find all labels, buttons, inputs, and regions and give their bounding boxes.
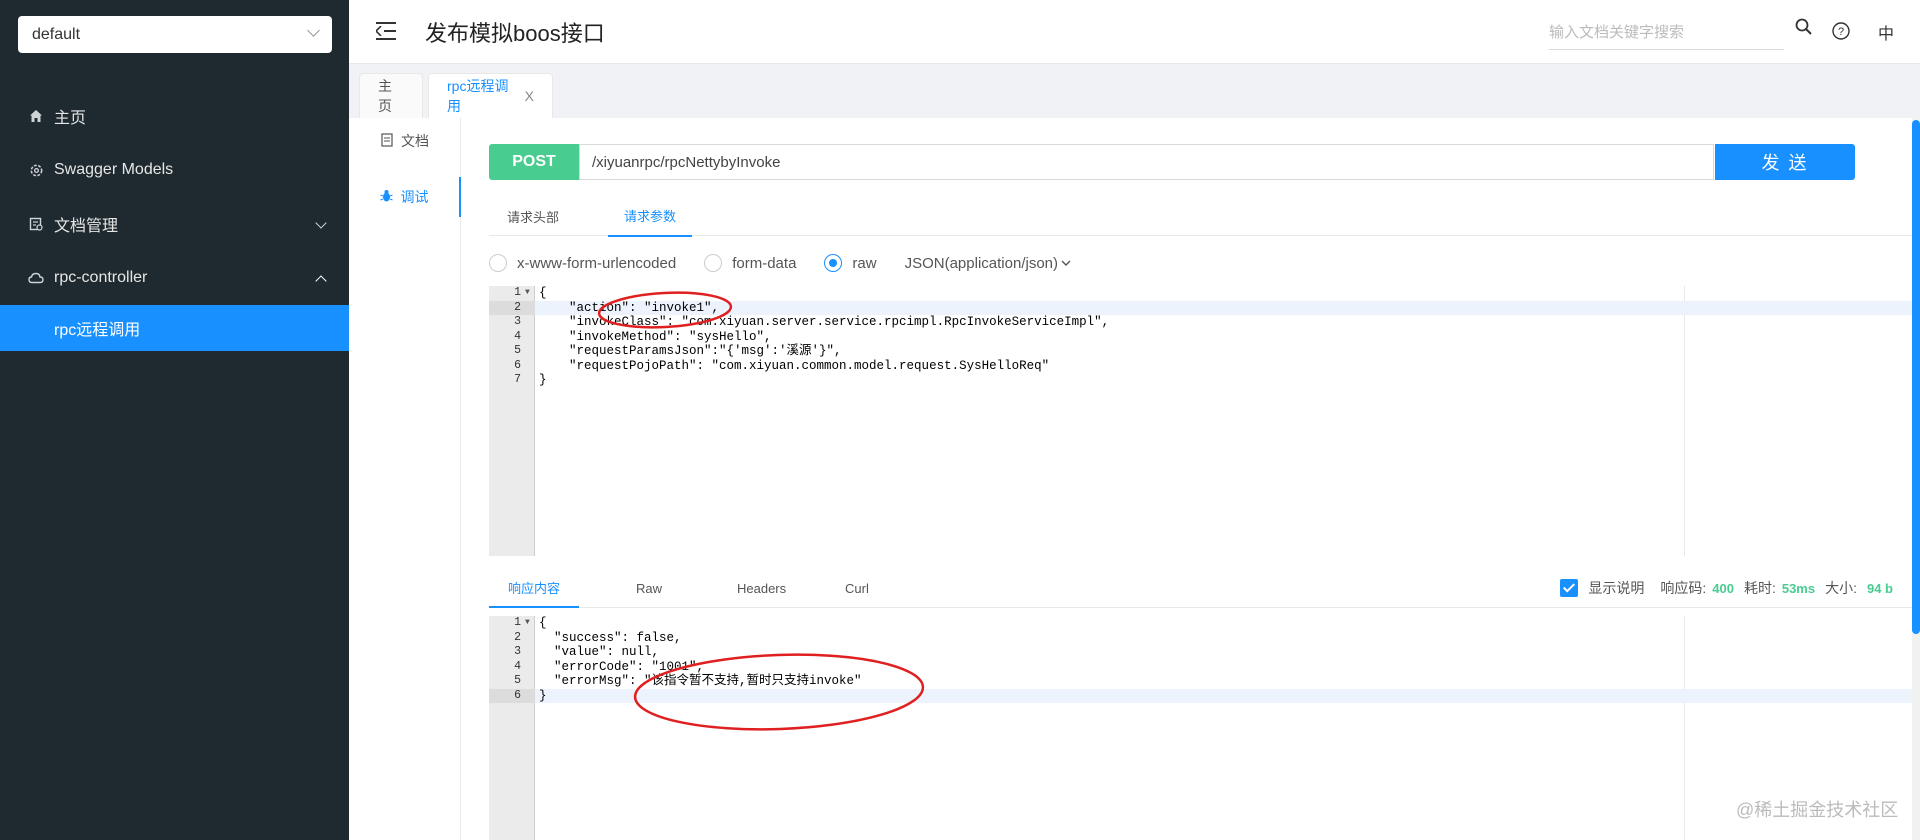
tab-response-curl[interactable]: Curl xyxy=(826,568,888,608)
size-label: 大小: xyxy=(1825,580,1857,596)
time-label: 耗时: xyxy=(1743,580,1776,596)
show-desc-checkbox[interactable] xyxy=(1560,579,1579,597)
time-value: 53ms xyxy=(1781,580,1816,596)
chevron-down-icon xyxy=(1061,260,1071,266)
sidebar-item-rpc-remote-call[interactable]: rpc远程调用 xyxy=(0,305,349,351)
chevron-down-icon xyxy=(307,24,320,37)
size-value: 94 b xyxy=(1866,580,1893,596)
project-select[interactable]: default xyxy=(18,16,332,53)
menu-fold-icon[interactable] xyxy=(376,22,396,40)
request-body-editor[interactable]: 1 ▼{ 2 "action": "invoke1", 3 "invokeClas… xyxy=(489,286,1920,556)
radio-form-data[interactable]: form-data xyxy=(704,254,796,272)
editor-line: 2 "success": false, xyxy=(514,630,682,645)
subnav-debug[interactable]: 调试 xyxy=(349,177,461,217)
radio-dot xyxy=(824,254,843,272)
document-manage-icon xyxy=(28,216,44,232)
sidebar-item-label: rpc-controller xyxy=(54,269,148,286)
response-meta: 显示说明 响应码: 400 耗时: 53ms 大小: 94 b xyxy=(1560,568,1893,608)
sidebar-subitem-label: rpc远程调用 xyxy=(54,322,141,339)
sidebar-item-doc-manage[interactable]: 文档管理 xyxy=(0,197,349,251)
home-icon xyxy=(28,108,44,124)
radio-dot xyxy=(704,254,723,272)
editor-line: 4 "invokeMethod": "sysHello", xyxy=(514,329,772,344)
page-title: 发布模拟boos接口 xyxy=(425,21,605,46)
app: default 主页 Swagger Models 文档管理 rpc-contr… xyxy=(0,0,1920,840)
subnav-doc[interactable]: 文档 xyxy=(349,121,461,161)
body-type-radios: x-www-form-urlencoded form-data raw JSON… xyxy=(489,248,1071,278)
subnav-doc-label: 文档 xyxy=(401,133,429,149)
page-scrollbar[interactable] xyxy=(1912,118,1920,840)
search-icon[interactable] xyxy=(1795,18,1812,40)
editor-line: 2 "action": "invoke1", xyxy=(489,300,1920,315)
send-button[interactable]: 发 送 xyxy=(1715,144,1855,180)
cloud-icon xyxy=(28,270,44,286)
sidebar-item-swagger-models[interactable]: Swagger Models xyxy=(0,143,349,197)
page-tabs: 主页 rpc远程调用 X xyxy=(349,64,1920,118)
main-content: 文档 调试 POST /xiyuanrpc/rpcNettybyInvoke 发… xyxy=(349,118,1920,840)
editor-line: 6 "requestPojoPath": "com.xiyuan.common.… xyxy=(514,358,1050,373)
tab-label: rpc远程调用 xyxy=(447,78,509,114)
editor-line: 3 "invokeClass": "com.xiyuan.server.serv… xyxy=(514,315,1110,329)
sidebar-item-label: 文档管理 xyxy=(54,218,119,235)
project-select-value: default xyxy=(32,25,81,43)
request-tabs: 请求头部 请求参数 xyxy=(489,196,1920,237)
watermark: @稀土掘金技术社区 xyxy=(1736,800,1899,820)
doc-subnav: 文档 调试 xyxy=(349,118,461,840)
editor-line: 1 ▼{ xyxy=(514,616,547,630)
radio-urlencoded[interactable]: x-www-form-urlencoded xyxy=(489,254,676,272)
document-icon xyxy=(381,132,393,150)
status-code-value: 400 xyxy=(1712,580,1734,596)
bug-icon xyxy=(379,189,393,206)
chevron-up-icon xyxy=(315,275,327,287)
sidebar-item-rpc-controller[interactable]: rpc-controller xyxy=(0,251,349,305)
settings-icon xyxy=(28,162,44,178)
tab-response-content[interactable]: 响应内容 xyxy=(489,568,580,608)
radio-label: x-www-form-urlencoded xyxy=(517,254,677,272)
tab-response-raw[interactable]: Raw xyxy=(617,568,681,608)
show-desc-label: 显示说明 xyxy=(1588,580,1645,596)
radio-dot xyxy=(489,254,507,272)
sidebar-item-label: 主页 xyxy=(54,110,87,127)
help-icon[interactable]: ? xyxy=(1832,22,1850,45)
search-input[interactable] xyxy=(1549,16,1784,50)
editor-line: 4 "errorCode": "1001", xyxy=(514,659,705,674)
radio-raw[interactable]: raw xyxy=(824,254,877,272)
content-type-select[interactable]: JSON(application/json) xyxy=(905,255,1071,272)
svg-text:?: ? xyxy=(1838,26,1844,38)
content-type-value: JSON(application/json) xyxy=(904,254,1058,272)
response-tabs: 响应内容 Raw Headers Curl 显示说明 响应码: 400 耗时: … xyxy=(489,568,1920,608)
editor-line: 1 ▼{ xyxy=(514,286,547,300)
close-icon[interactable]: X xyxy=(525,88,534,104)
editor-line: 3 "value": null, xyxy=(514,645,660,659)
subnav-debug-label: 调试 xyxy=(400,189,429,205)
sidebar-item-home[interactable]: 主页 xyxy=(0,89,349,143)
editor-line: 5 "requestParamsJson":"{'msg':'溪源'}", xyxy=(514,344,842,358)
editor-line: 6} xyxy=(489,688,1920,703)
sidebar: default 主页 Swagger Models 文档管理 rpc-contr… xyxy=(0,0,349,840)
language-switch[interactable]: 中 xyxy=(1878,20,1894,44)
tab-label: 主页 xyxy=(378,78,392,114)
tab-response-headers[interactable]: Headers xyxy=(718,568,805,608)
editor-line: 7} xyxy=(514,373,547,387)
sidebar-item-label: Swagger Models xyxy=(54,161,174,178)
chevron-down-icon xyxy=(315,217,327,229)
url-input[interactable]: /xiyuanrpc/rpcNettybyInvoke xyxy=(579,144,1714,180)
scrollbar-thumb[interactable] xyxy=(1912,120,1920,634)
radio-label: form-data xyxy=(732,254,797,272)
top-header: 发布模拟boos接口 ? 中 xyxy=(349,0,1920,64)
editor-line: 5 "errorMsg": "该指令暂不支持,暂时只支持invoke" xyxy=(514,674,862,688)
tab-rpc-remote-call[interactable]: rpc远程调用 X xyxy=(428,73,553,118)
method-badge[interactable]: POST xyxy=(489,144,579,180)
radio-label: raw xyxy=(852,254,877,272)
response-body-editor[interactable]: 1 ▼{ 2 "success": false, 3 "value": null,… xyxy=(489,616,1920,840)
tab-request-headers[interactable]: 请求头部 xyxy=(491,196,575,236)
status-code-label: 响应码: xyxy=(1660,580,1707,596)
sidebar-nav: 主页 Swagger Models 文档管理 rpc-controller rp… xyxy=(0,89,349,351)
tab-request-params[interactable]: 请求参数 xyxy=(608,196,693,237)
tab-home[interactable]: 主页 xyxy=(359,73,423,118)
